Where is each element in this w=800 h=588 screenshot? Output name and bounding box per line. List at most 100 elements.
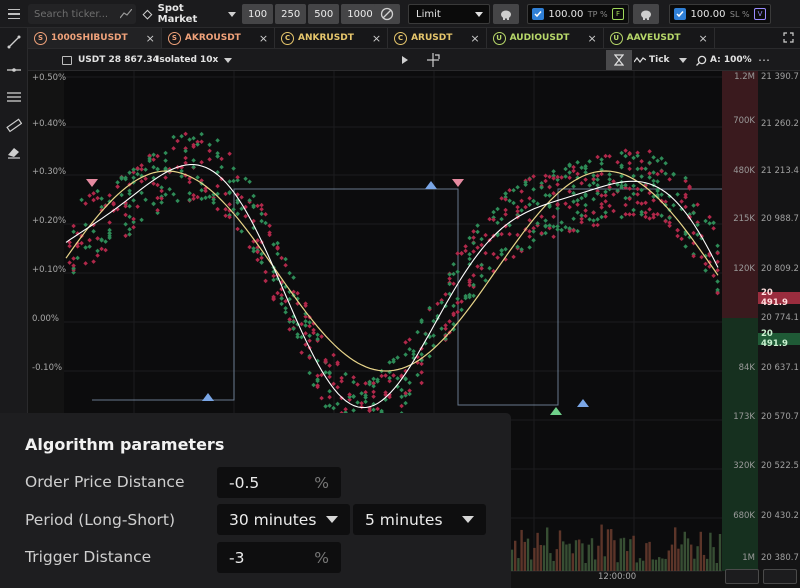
tab-symbol: AAVEUSDT bbox=[626, 33, 681, 43]
stop-loss-field[interactable]: 100.00 SL % V bbox=[669, 4, 771, 24]
period-short-select[interactable]: 5 minutes bbox=[353, 504, 486, 535]
order-type-value: Limit bbox=[416, 8, 441, 20]
expand-icon[interactable] bbox=[783, 32, 794, 43]
zoom-select[interactable]: A: 100% bbox=[696, 52, 752, 68]
tab-ankrusdt[interactable]: C ANKRUSDT × bbox=[275, 28, 389, 48]
zoom-value: A: 100% bbox=[710, 55, 752, 65]
interval-select[interactable]: Tick bbox=[634, 52, 687, 68]
toggle-scale-button[interactable] bbox=[725, 569, 759, 584]
volume-bar bbox=[558, 530, 562, 571]
wave-icon bbox=[634, 57, 646, 63]
qty-button[interactable]: 100 bbox=[242, 4, 274, 24]
piggy-bank-icon[interactable] bbox=[493, 4, 519, 24]
volume-bar bbox=[581, 543, 584, 571]
tab-aaveusdt[interactable]: U AAVEUSDT × bbox=[604, 28, 715, 48]
volume-bar bbox=[613, 540, 616, 571]
piggy-bank-icon[interactable] bbox=[633, 4, 659, 24]
balance-value: USDT 28 867.34 bbox=[78, 55, 159, 65]
volume-bar bbox=[645, 543, 648, 571]
volume-axis-label: 480K bbox=[733, 166, 755, 176]
chevron-down-icon bbox=[326, 516, 338, 523]
volume-bar bbox=[667, 550, 670, 571]
wallet-icon bbox=[62, 55, 72, 65]
chart-icon[interactable] bbox=[120, 9, 132, 19]
parallel-lines-icon[interactable] bbox=[6, 89, 22, 105]
close-icon[interactable]: × bbox=[146, 32, 155, 45]
volume-bar bbox=[709, 532, 712, 571]
price-axis-label: 20 522.5 bbox=[761, 461, 799, 471]
volume-bar bbox=[584, 562, 587, 571]
period-long-select[interactable]: 30 minutes bbox=[217, 504, 350, 535]
leverage-select[interactable]: Isolated 10x bbox=[156, 52, 233, 68]
trend-line-icon[interactable] bbox=[6, 34, 22, 50]
y-axis-label: +0.30% bbox=[32, 167, 67, 177]
close-icon[interactable]: × bbox=[259, 32, 268, 45]
coin-letter: C bbox=[284, 34, 291, 42]
eraser-icon[interactable] bbox=[6, 144, 22, 160]
volume-bar bbox=[696, 546, 699, 571]
volume-bar bbox=[533, 547, 536, 571]
qty-button[interactable]: 250 bbox=[275, 4, 307, 24]
sl-label: SL % bbox=[729, 9, 750, 19]
volume-bar bbox=[514, 540, 517, 571]
tab-audiousdt[interactable]: U AUDIOUSDT × bbox=[487, 28, 604, 48]
close-icon[interactable]: × bbox=[470, 32, 479, 45]
chevron-down-icon bbox=[475, 11, 483, 17]
close-icon[interactable]: × bbox=[699, 32, 708, 45]
tab-1000shibusdt[interactable]: S 1000SHIBUSDT × bbox=[28, 28, 162, 48]
coin-icon: U bbox=[492, 31, 506, 45]
volume-bar bbox=[603, 556, 606, 571]
qty-button[interactable]: 500 bbox=[308, 4, 340, 24]
percent-unit: % bbox=[314, 548, 329, 567]
bid-volume-column bbox=[722, 318, 758, 571]
volume-axis-label: 700K bbox=[733, 116, 755, 126]
volume-bar bbox=[594, 559, 597, 571]
volume-bar bbox=[520, 529, 523, 571]
trigger-distance-input[interactable]: -3 % bbox=[217, 542, 341, 573]
take-profit-field[interactable]: 100.00 TP % F bbox=[527, 4, 629, 24]
period-long-value: 30 minutes bbox=[229, 510, 317, 529]
order-price-distance-input[interactable]: -0.5 % bbox=[217, 467, 341, 498]
coin-letter: S bbox=[171, 34, 177, 42]
sl-checkbox[interactable] bbox=[674, 8, 686, 20]
order-price-distance-value: -0.5 bbox=[229, 473, 260, 492]
volume-bar bbox=[510, 549, 514, 571]
volume-bar bbox=[718, 534, 722, 571]
close-icon[interactable]: × bbox=[587, 32, 596, 45]
more-options-icon[interactable]: ⋯ bbox=[758, 52, 770, 68]
price-axis-label: 21 260.2 bbox=[761, 119, 799, 129]
tp-label: TP % bbox=[587, 9, 608, 19]
period-label: Period (Long-Short) bbox=[25, 511, 176, 529]
market-selector[interactable]: Spot Market bbox=[140, 3, 236, 25]
tab-akrousdt[interactable]: S AKROUSDT × bbox=[162, 28, 276, 48]
toggle-grid-button[interactable] bbox=[763, 569, 797, 584]
hourglass-icon[interactable] bbox=[606, 50, 632, 70]
menu-icon[interactable] bbox=[4, 4, 24, 24]
bid-price-tag: 20 491.9 bbox=[758, 329, 800, 349]
coin-icon: S bbox=[167, 31, 181, 45]
tab-symbol: ANKRUSDT bbox=[298, 33, 354, 43]
order-type-select[interactable]: Limit bbox=[408, 4, 490, 24]
y-axis-label: +0.10% bbox=[32, 265, 67, 275]
dollar-icon[interactable] bbox=[374, 4, 400, 24]
crosshair-tool-icon[interactable] bbox=[426, 52, 440, 68]
volume-bar bbox=[552, 560, 555, 571]
horizontal-line-icon[interactable] bbox=[6, 62, 22, 78]
close-icon[interactable]: × bbox=[372, 32, 381, 45]
volume-axis-label: 680K bbox=[733, 511, 755, 521]
play-icon[interactable] bbox=[402, 56, 408, 64]
tab-arusdt[interactable]: C ARUSDT × bbox=[388, 28, 487, 48]
volume-bar bbox=[610, 529, 613, 571]
tab-symbol: AUDIOUSDT bbox=[509, 33, 570, 43]
volume-bar bbox=[654, 559, 658, 571]
coin-icon: C bbox=[281, 31, 295, 45]
tp-checkbox[interactable] bbox=[532, 8, 544, 20]
ask-volume-column bbox=[722, 71, 758, 318]
chevron-down-icon bbox=[228, 11, 236, 17]
volume-bar bbox=[642, 560, 645, 571]
volume-bar bbox=[712, 547, 715, 571]
interval-value: Tick bbox=[649, 55, 670, 65]
ruler-icon[interactable] bbox=[6, 117, 22, 133]
search-input[interactable]: Search ticker... bbox=[28, 4, 136, 24]
volume-bar bbox=[574, 540, 578, 571]
